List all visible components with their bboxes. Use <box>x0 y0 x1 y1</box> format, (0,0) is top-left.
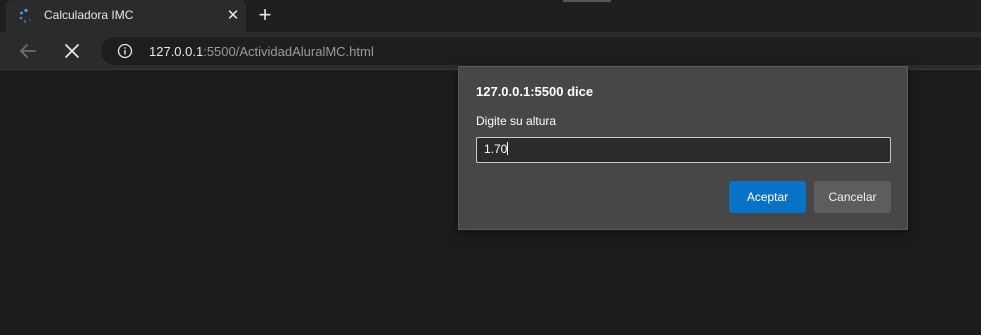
browser-toolbar: 127.0.0.1:5500/ActividadAluralMC.html <box>0 32 981 70</box>
dialog-title: 127.0.0.1:5500 dice <box>476 84 594 99</box>
plus-icon[interactable]: + <box>253 4 277 28</box>
stop-icon[interactable] <box>60 39 84 63</box>
cancel-button[interactable]: Cancelar <box>814 181 891 213</box>
tab-strip: Calculadora IMC ✕ + <box>0 0 981 32</box>
tab-title: Calculadora IMC <box>44 8 134 22</box>
tab-strip-indicator <box>563 0 611 2</box>
address-bar[interactable]: 127.0.0.1:5500/ActividadAluralMC.html <box>101 37 981 65</box>
info-icon[interactable] <box>117 43 133 59</box>
prompt-dialog: 127.0.0.1:5500 dice Digite su altura 1.7… <box>458 66 908 230</box>
height-input-value: 1.70 <box>484 142 508 156</box>
height-input[interactable]: 1.70 <box>476 137 891 163</box>
loading-spinner-icon <box>19 8 31 23</box>
text-caret <box>507 142 509 155</box>
url-text[interactable]: 127.0.0.1:5500/ActividadAluralMC.html <box>149 44 374 59</box>
browser-tab[interactable]: Calculadora IMC ✕ <box>6 0 246 32</box>
dialog-message: Digite su altura <box>476 114 557 128</box>
close-icon[interactable]: ✕ <box>224 7 242 25</box>
accept-button[interactable]: Aceptar <box>729 181 806 213</box>
url-path: :5500/ActividadAluralMC.html <box>203 44 374 59</box>
back-arrow-icon[interactable] <box>16 39 40 63</box>
url-host: 127.0.0.1 <box>149 44 204 59</box>
